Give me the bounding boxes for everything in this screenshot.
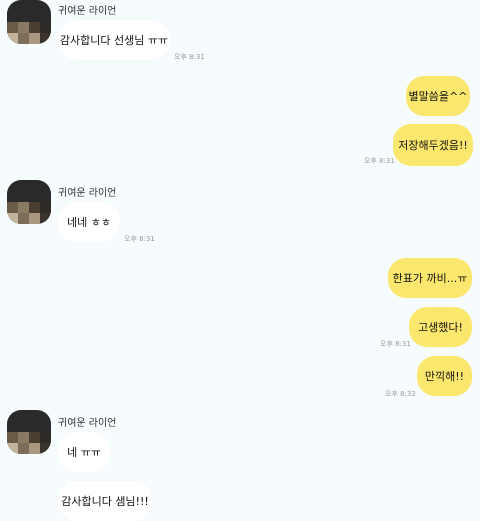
message-bubble-incoming: 감사합니다 샘님!!! bbox=[58, 481, 152, 521]
message-bubble-outgoing: 한표가 까비...ㅠ bbox=[388, 258, 472, 298]
message-bubble-outgoing: 별말씀을^^ bbox=[406, 76, 470, 116]
message-bubble-incoming: 네네 ㅎㅎ bbox=[58, 202, 120, 242]
message-bubble-incoming: 감사합니다 선생님 ㅠㅠ bbox=[58, 20, 170, 60]
message-timestamp: 오후 8:32 bbox=[385, 390, 416, 398]
sender-name: 귀여운 라이언 bbox=[58, 188, 117, 199]
sender-name: 귀여운 라이언 bbox=[58, 6, 117, 17]
message-timestamp: 오후 8:31 bbox=[174, 53, 205, 61]
message-bubble-outgoing: 저장해두겠음!! bbox=[393, 124, 473, 166]
message-bubble-outgoing: 고생했다! bbox=[409, 307, 472, 347]
message-bubble-incoming: 네 ㅠㅠ bbox=[58, 432, 110, 472]
sender-name: 귀여운 라이언 bbox=[58, 418, 117, 429]
avatar[interactable] bbox=[7, 180, 51, 224]
avatar[interactable] bbox=[7, 0, 51, 44]
message-timestamp: 오후 8:31 bbox=[380, 340, 411, 348]
message-timestamp: 오후 8:31 bbox=[124, 235, 155, 243]
message-timestamp: 오후 8:31 bbox=[364, 157, 395, 165]
avatar[interactable] bbox=[7, 410, 51, 454]
message-bubble-outgoing: 만끽해!! bbox=[417, 356, 472, 396]
